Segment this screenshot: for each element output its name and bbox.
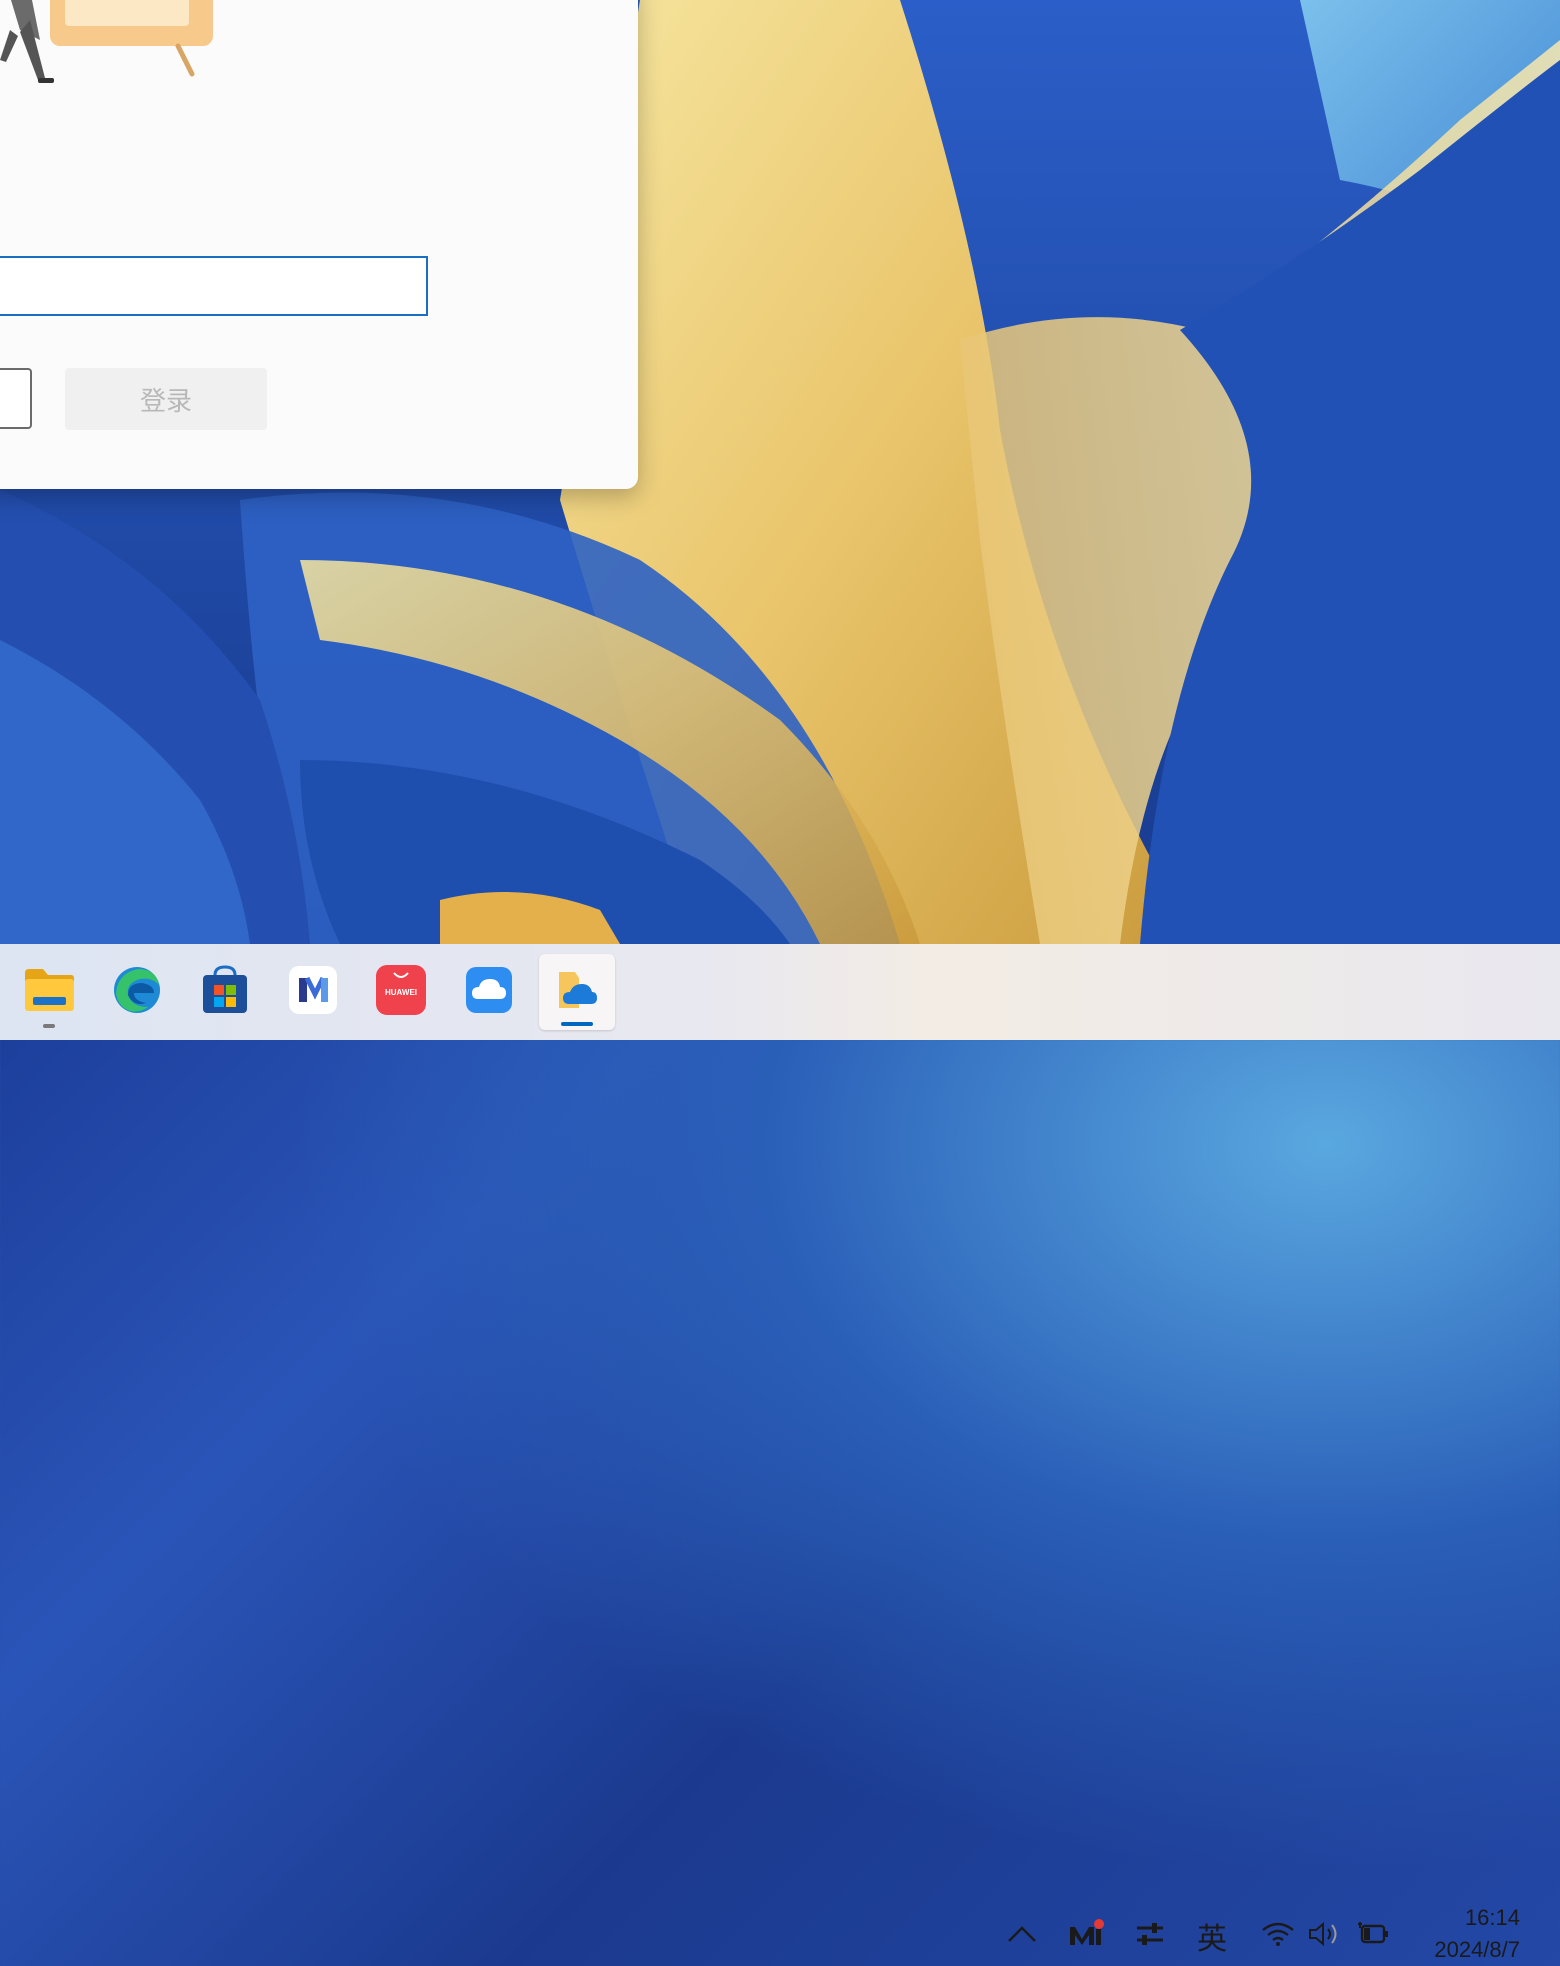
taskbar-cloud[interactable] xyxy=(451,954,527,1030)
taskbar-file-explorer[interactable] xyxy=(11,954,87,1030)
tray-volume[interactable] xyxy=(1302,1912,1346,1960)
clock-date: 2024/8/7 xyxy=(1434,1937,1520,1962)
speaker-icon xyxy=(1307,1920,1341,1953)
taskbar-pc-manager[interactable] xyxy=(275,954,351,1030)
clock-time: 16:14 xyxy=(1464,1905,1520,1930)
store-icon xyxy=(201,964,249,1020)
appgallery-icon: HUAWEI xyxy=(376,964,426,1020)
cloud-icon xyxy=(466,966,512,1018)
taskbar-appgallery[interactable]: HUAWEI xyxy=(363,954,439,1030)
edge-icon xyxy=(112,965,162,1020)
wifi-icon xyxy=(1261,1921,1295,1952)
tray-battery[interactable] xyxy=(1352,1912,1396,1960)
running-indicator xyxy=(43,1024,55,1028)
onedrive-icon xyxy=(555,968,599,1017)
secondary-button[interactable] xyxy=(0,368,32,429)
chevron-up-icon xyxy=(1007,1925,1037,1948)
folder-icon xyxy=(23,967,75,1018)
taskbar: HUAWEI 英 16:14 2024/8/7 xyxy=(0,944,1560,1962)
tray-pc-manager[interactable] xyxy=(1064,1912,1108,1960)
tray-wifi[interactable] xyxy=(1256,1912,1300,1960)
clock[interactable]: 16:14 2024/8/7 xyxy=(1434,1902,1520,1966)
input-field[interactable] xyxy=(0,256,428,316)
login-button[interactable]: 登录 xyxy=(65,368,267,430)
show-hidden-icons-button[interactable] xyxy=(1002,1912,1042,1960)
login-dialog: 登录 xyxy=(0,0,638,489)
illustration-image xyxy=(0,0,220,90)
tray-controls[interactable] xyxy=(1128,1912,1172,1960)
pc-manager-tray-icon xyxy=(1066,1918,1106,1954)
sliders-icon xyxy=(1134,1920,1166,1953)
battery-charging-icon xyxy=(1356,1920,1392,1953)
taskbar-store[interactable] xyxy=(187,954,263,1030)
appgallery-label: HUAWEI xyxy=(385,988,417,997)
pc-manager-icon xyxy=(289,965,337,1019)
taskbar-onedrive[interactable] xyxy=(539,954,615,1030)
taskbar-edge[interactable] xyxy=(99,954,175,1030)
active-indicator xyxy=(561,1022,593,1026)
input-method-indicator[interactable]: 英 xyxy=(1190,1912,1234,1960)
